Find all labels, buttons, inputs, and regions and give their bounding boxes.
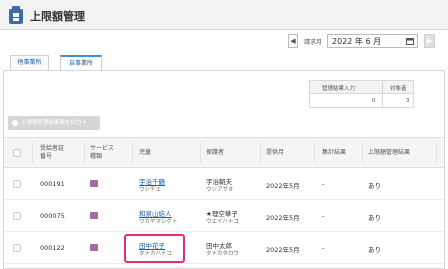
table-row[interactable]: 000191 宇治千鶴 ウジチエ 宇治朝夫 ウジアサオ 2022年5月 - あり [4,168,444,200]
billing-month-select[interactable]: 2022 年 6 月 [327,34,418,48]
summary-divider [382,81,383,108]
export-result-sheet-label: 上限額管理結果票を出力 ▾ [21,120,87,126]
limit-management-result: あり [368,246,381,254]
guardian-name-kana: ウエイハナコ [206,219,239,225]
billing-month-label: 請求月 [304,39,323,46]
row-checkbox[interactable] [13,180,21,188]
column-divider [436,143,437,163]
app-header: 上限額管理 [0,0,448,30]
billing-month-value: 2022 年 6 月 [332,37,382,46]
summary-value-result-input: 0 [372,98,376,104]
service-type-badge [90,212,98,219]
column-divider [200,143,201,163]
child-name-kana: ワカヤマシゲト [139,219,178,225]
calendar-icon [406,38,414,45]
child-name-kana: ウジチエ [139,187,162,193]
column-header-aggregate: 集計結果 [322,149,347,156]
select-all-checkbox[interactable] [13,149,21,157]
table-row[interactable]: 000075 和泉山結人 ワカヤマシゲト ★理空華子 ウエイハナコ 2022年5… [4,200,444,232]
summary-value-target: 3 [406,98,410,104]
column-divider [84,143,85,163]
tab-own-office[interactable]: 自事業所 [60,55,102,71]
column-header-month: 提供月 [266,149,285,156]
aggregate-result: - [322,180,325,188]
limit-management-result: あり [368,182,381,190]
guardian-name-kana: タナカタロウ [206,251,240,257]
table-header: 受給者証 番号 サービス 種類 児童 保護者 提供月 集計結果 上限額管理結果 [4,137,444,168]
summary-table: 管理結果入力 対象者 0 3 [309,80,414,108]
tab-other-office[interactable]: 他事業所 [10,55,49,71]
column-divider [314,143,315,163]
plus-icon [12,120,18,126]
aggregate-result: - [322,244,325,252]
limit-management-result: あり [368,214,381,222]
selection-highlight [124,234,185,263]
row-recipient-id: 000191 [40,180,65,188]
table-row[interactable]: 000122 田中花子 タナカハナコ 田中太郎 タナカタロウ 2022年5月 -… [4,232,444,264]
column-divider [32,143,33,163]
row-checkbox[interactable] [13,212,21,220]
service-type-badge [90,180,98,187]
summary-header-target: 対象者 [390,86,407,92]
provision-month: 2022年5月 [266,182,300,190]
page-title: 上限額管理 [30,10,85,23]
summary-header-result-input: 管理結果入力 [322,86,356,92]
next-month-button[interactable]: ▶ [424,34,435,48]
previous-month-button[interactable]: ◀ [288,34,298,48]
column-header-result: 上限額管理結果 [368,149,411,156]
column-header-id: 受給者証 番号 [40,145,65,160]
export-result-sheet-button[interactable]: 上限額管理結果票を出力 ▾ [8,116,100,130]
column-header-guardian: 保護者 [206,149,225,156]
service-type-badge [90,244,98,251]
column-divider [362,143,363,163]
guardian-name-kana: ウジアサオ [206,187,234,193]
aggregate-result: - [322,212,325,220]
column-divider [132,143,133,163]
column-header-service: サービス 種類 [90,145,115,160]
building-icon [9,6,23,24]
provision-month: 2022年5月 [266,246,300,254]
provision-month: 2022年5月 [266,214,300,222]
content-panel: 管理結果入力 対象者 0 3 上限額管理結果票を出力 ▾ 受給者証 番号 サービ… [3,70,445,269]
column-header-child: 児童 [139,149,152,156]
column-divider [260,143,261,163]
row-checkbox[interactable] [13,244,21,252]
row-recipient-id: 000122 [40,244,65,252]
month-selector-bar: ◀ 請求月 2022 年 6 月 ▶ [0,34,448,50]
row-recipient-id: 000075 [40,212,65,220]
